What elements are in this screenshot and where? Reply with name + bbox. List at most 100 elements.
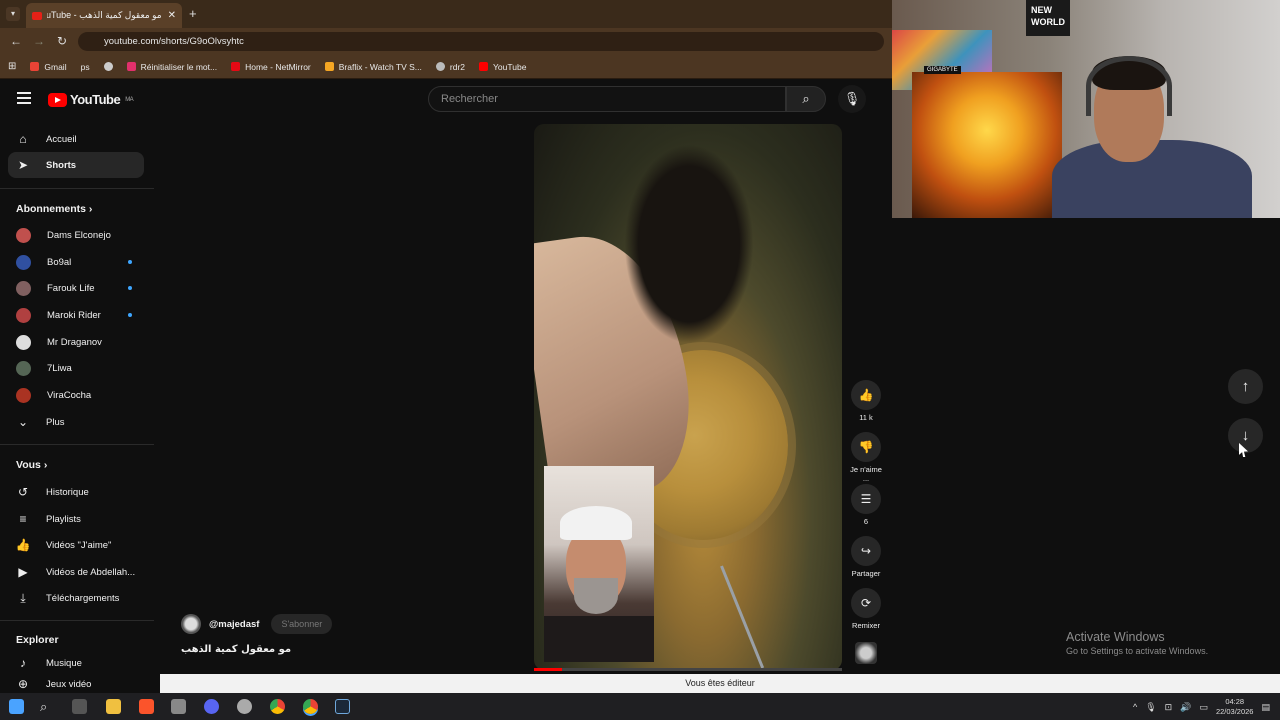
tab-search-icon[interactable]: ▾ bbox=[6, 7, 20, 21]
youtube-favicon-icon bbox=[32, 11, 42, 20]
editor-notice-bar: Vous êtes éditeur bbox=[160, 674, 1280, 693]
previous-short-button[interactable]: ↑ bbox=[1228, 369, 1263, 404]
search-icon[interactable]: ⌕ bbox=[40, 699, 55, 714]
close-tab-icon[interactable]: ✕ bbox=[168, 10, 176, 21]
chrome-active-icon[interactable] bbox=[303, 699, 318, 714]
url-input[interactable]: youtube.com/shorts/G9oOlvsyhtc bbox=[78, 32, 884, 51]
sidebar-item-label: Maroki Rider bbox=[47, 309, 101, 321]
sidebar-item-music[interactable]: ♪ Musique bbox=[8, 650, 144, 676]
bookmark-label: Home - NetMirror bbox=[245, 61, 311, 72]
sidebar-item-label: ViraCocha bbox=[47, 389, 92, 401]
menu-icon[interactable] bbox=[17, 92, 31, 104]
sidebar: ⌂ Accueil ➤ Shorts Abonnements › Dams El… bbox=[0, 122, 156, 691]
sidebar-item-liked-videos[interactable]: 👍 Vidéos "J'aime" bbox=[8, 532, 144, 558]
task-view-icon[interactable] bbox=[72, 699, 87, 714]
globe-icon bbox=[103, 62, 113, 71]
forward-icon[interactable]: → bbox=[33, 34, 45, 48]
sidebar-item-history[interactable]: ↺ Historique bbox=[8, 479, 144, 505]
sidebar-item-more[interactable]: ⌄ Plus bbox=[8, 409, 144, 435]
start-icon[interactable] bbox=[9, 699, 24, 714]
next-short-button[interactable]: ↓ bbox=[1228, 418, 1263, 453]
browser-tab[interactable]: مو معقول كمية الذهب - YouTube ✕ bbox=[26, 3, 182, 28]
sidebar-item-subscription[interactable]: Farouk Life bbox=[8, 275, 144, 301]
volume-icon[interactable]: 🔊 bbox=[1180, 702, 1191, 713]
channel-avatar bbox=[16, 334, 31, 350]
voice-search-button[interactable]: 🎙 bbox=[838, 85, 866, 113]
app-icon[interactable] bbox=[237, 699, 252, 714]
network-icon[interactable]: ⊡ bbox=[1165, 702, 1173, 713]
subscriptions-header[interactable]: Abonnements › bbox=[16, 203, 92, 215]
sidebar-item-label: Téléchargements bbox=[46, 592, 120, 604]
bookmark-netmirror[interactable]: Home - NetMirror bbox=[231, 62, 311, 72]
video-pip-reactor bbox=[544, 466, 654, 662]
sidebar-item-subscription[interactable]: Bo9al bbox=[8, 249, 144, 275]
like-icon: 👍 bbox=[15, 538, 31, 552]
brave-icon[interactable] bbox=[139, 699, 154, 714]
clock[interactable]: 04:28 22/03/2026 bbox=[1216, 697, 1254, 717]
channel-avatar[interactable] bbox=[181, 614, 201, 634]
file-explorer-icon[interactable] bbox=[106, 699, 121, 714]
channel-name[interactable]: @majedasf bbox=[209, 619, 259, 630]
sidebar-item-your-videos[interactable]: ▶ Vidéos de Abdellah... bbox=[8, 559, 144, 585]
tray-chevron-icon[interactable]: ^ bbox=[1133, 702, 1137, 712]
watermark-subtitle: Go to Settings to activate Windows. bbox=[1066, 646, 1209, 656]
remix-button[interactable]: ⟳ Remixer bbox=[846, 588, 886, 630]
bookmark-gmail[interactable]: Gmail bbox=[30, 61, 67, 72]
sidebar-item-subscription[interactable]: Maroki Rider bbox=[8, 302, 144, 328]
share-button[interactable]: ↪ Partager bbox=[846, 536, 886, 578]
thumb-up-icon: 👍 bbox=[851, 380, 881, 410]
bookmark-instagram[interactable]: Réinitialiser le mot... bbox=[126, 61, 218, 72]
download-icon: ⤓ bbox=[20, 590, 26, 605]
search-button[interactable]: ⌕ bbox=[786, 86, 826, 112]
sidebar-item-label: Historique bbox=[46, 486, 89, 498]
sound-thumbnail[interactable] bbox=[846, 642, 886, 664]
activate-windows-watermark: Activate Windows Go to Settings to activ… bbox=[1066, 630, 1208, 656]
you-header[interactable]: Vous › bbox=[16, 459, 47, 471]
bookmark-rdr2[interactable]: rdr2 bbox=[435, 62, 465, 72]
sidebar-item-subscription[interactable]: 7Liwa bbox=[8, 355, 144, 381]
apps-grid-icon[interactable]: ⊞ bbox=[8, 61, 16, 72]
bookmark-generic[interactable] bbox=[103, 62, 113, 71]
bookmark-youtube[interactable]: YouTube bbox=[479, 62, 526, 72]
bookmark-label: Réinitialiser le mot... bbox=[140, 61, 218, 72]
sidebar-item-home[interactable]: ⌂ Accueil bbox=[8, 126, 144, 152]
bookmark-braflix[interactable]: Braflix - Watch TV S... bbox=[324, 62, 422, 72]
new-tab-icon[interactable]: + bbox=[189, 6, 197, 21]
back-icon[interactable]: ← bbox=[10, 34, 22, 48]
steam-icon[interactable] bbox=[335, 699, 350, 714]
sidebar-item-subscription[interactable]: Mr Draganov bbox=[8, 329, 144, 355]
sidebar-item-shorts[interactable]: ➤ Shorts bbox=[8, 152, 144, 178]
sidebar-item-label: Musique bbox=[46, 657, 82, 669]
sidebar-item-playlists[interactable]: ≡ Playlists bbox=[8, 506, 144, 532]
share-icon: ↪ bbox=[851, 536, 881, 566]
comments-button[interactable]: ☰ 6 bbox=[846, 484, 886, 526]
bookmark-ps[interactable]: ps bbox=[81, 62, 90, 72]
chrome-icon[interactable] bbox=[270, 699, 285, 714]
sidebar-item-subscription[interactable]: ViraCocha bbox=[8, 382, 144, 408]
short-title: مو معقول كمية الذهب bbox=[181, 644, 292, 655]
dislike-button[interactable]: 👎 Je n'aime ... bbox=[846, 432, 886, 483]
battery-icon[interactable]: ▭ bbox=[1199, 702, 1208, 713]
sidebar-item-downloads[interactable]: ⤓ Téléchargements bbox=[8, 585, 144, 611]
subscribe-button[interactable]: S'abonner bbox=[271, 614, 333, 634]
notification-icon[interactable]: ▤ bbox=[1261, 702, 1270, 713]
sidebar-item-gaming[interactable]: ⊕ Jeux vidéo bbox=[8, 677, 144, 691]
video-progress-bar[interactable] bbox=[534, 668, 842, 671]
braflix-icon bbox=[324, 62, 334, 71]
sidebar-item-label: Accueil bbox=[46, 133, 77, 145]
sidebar-item-label: Bo9al bbox=[47, 256, 72, 268]
microphone-tray-icon[interactable]: 🎙 bbox=[1145, 702, 1156, 713]
search-input[interactable]: Rechercher bbox=[428, 86, 786, 112]
store-icon[interactable] bbox=[171, 699, 186, 714]
monitor-brand-label: GIGABYTE bbox=[924, 66, 961, 74]
discord-icon[interactable] bbox=[204, 699, 219, 714]
like-button[interactable]: 👍 11 k bbox=[846, 380, 886, 422]
video-frame-hair bbox=[624, 144, 754, 344]
sidebar-item-subscription[interactable]: Dams Elconejo bbox=[8, 222, 144, 248]
short-video-player[interactable] bbox=[534, 124, 842, 670]
youtube-icon bbox=[479, 62, 489, 71]
sidebar-item-label: Mr Draganov bbox=[47, 336, 102, 348]
reload-icon[interactable]: ↻ bbox=[57, 34, 67, 48]
bookmark-label: Gmail bbox=[44, 61, 67, 72]
youtube-logo[interactable]: YouTube MA bbox=[48, 92, 134, 107]
